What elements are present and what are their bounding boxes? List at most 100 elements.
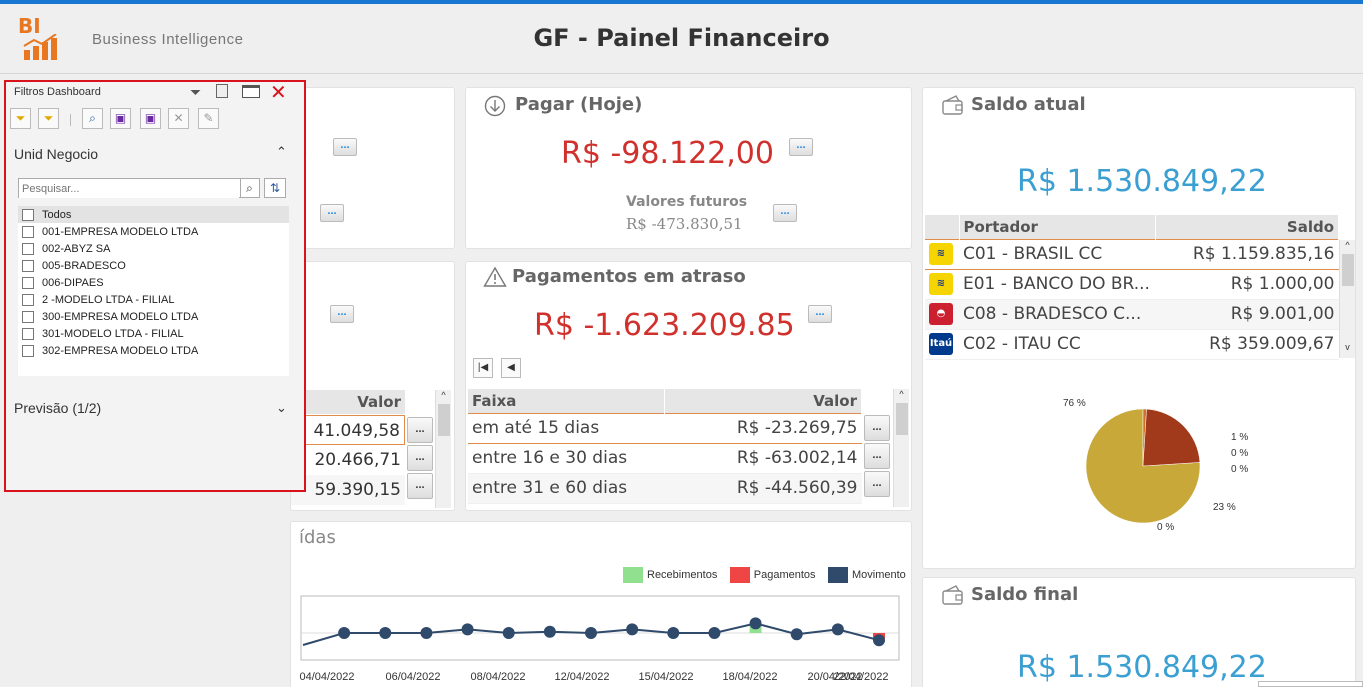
scroll-down-icon[interactable]: v: [1340, 342, 1355, 356]
table-row[interactable]: ≋ C01 - BRASIL CC R$ 1.159.835,16: [925, 238, 1339, 270]
pagar-hoje-more-button[interactable]: ...: [789, 138, 813, 156]
table-row[interactable]: Itaú C02 - ITAU CC R$ 359.009,67: [925, 329, 1339, 360]
col-header-portador[interactable]: Portador: [959, 215, 1156, 239]
chevron-up-icon[interactable]: ⌃: [276, 144, 287, 160]
remove-filter-icon[interactable]: ⏷: [38, 108, 59, 129]
filter-list-item[interactable]: 302-EMPRESA MODELO LTDA: [18, 342, 289, 359]
filter-list-item[interactable]: 002-ABYZ SA: [18, 240, 289, 257]
row-detail-button[interactable]: ...: [407, 417, 433, 443]
clear-filter-icon[interactable]: ⏷: [190, 84, 201, 101]
filter-list-item[interactable]: 005-BRADESCO: [18, 257, 289, 274]
export-icon[interactable]: [216, 84, 228, 98]
prev-page-icon[interactable]: ◀: [501, 358, 521, 378]
first-page-icon[interactable]: |◀: [473, 358, 493, 378]
chevron-down-icon[interactable]: ⌄: [276, 400, 287, 416]
checkbox[interactable]: [22, 242, 34, 255]
add-filter-icon[interactable]: ⏷: [10, 108, 31, 129]
receber-atraso-scrollbar[interactable]: ^: [435, 390, 451, 508]
edit-icon[interactable]: ✎: [198, 108, 219, 129]
movimento-point[interactable]: [626, 623, 639, 636]
scroll-up-icon[interactable]: ^: [436, 390, 451, 404]
pie-label: 0 %: [1231, 464, 1248, 475]
filter-list-item[interactable]: 301-MODELO LTDA - FILIAL: [18, 325, 289, 342]
atraso-scrollbar[interactable]: ^: [893, 389, 909, 507]
movimento-point[interactable]: [502, 627, 515, 639]
movimento-point[interactable]: [708, 627, 721, 639]
scroll-thumb[interactable]: [896, 403, 908, 435]
section-previsao[interactable]: Previsão (1/2): [14, 400, 101, 416]
table-row[interactable]: 59.390,15: [291, 475, 405, 505]
row-detail-button[interactable]: ...: [864, 415, 890, 441]
window-icon[interactable]: [242, 85, 260, 98]
legend-label: Movimento: [852, 568, 906, 581]
filter-list-item[interactable]: 2 -MODELO LTDA - FILIAL: [18, 291, 289, 308]
col-header-saldo[interactable]: Saldo: [1155, 215, 1339, 239]
save-as-icon[interactable]: ▣: [140, 108, 161, 129]
page-title: GF - Painel Financeiro: [533, 24, 830, 52]
row-detail-button[interactable]: ...: [407, 445, 433, 471]
table-row[interactable]: 41.049,58: [291, 415, 405, 445]
table-row[interactable]: ≋ E01 - BANCO DO BR... R$ 1.000,00: [925, 269, 1339, 300]
checkbox[interactable]: [22, 310, 34, 323]
search-input[interactable]: [19, 180, 239, 198]
receber-futuros-button[interactable]: ...: [320, 204, 344, 222]
checkbox[interactable]: [22, 208, 34, 221]
col-header-icon: [925, 215, 960, 239]
movimento-point[interactable]: [585, 627, 597, 639]
search-icon[interactable]: ⌕: [82, 108, 103, 129]
legend-swatch-recebimentos: [623, 566, 643, 583]
movimento-point[interactable]: [749, 617, 762, 630]
x-tick-label: 04/04/2022: [299, 671, 354, 683]
close-icon[interactable]: ✕: [270, 80, 287, 105]
col-header-faixa[interactable]: Faixa: [468, 389, 665, 413]
filter-list-item[interactable]: 300-EMPRESA MODELO LTDA: [18, 308, 289, 325]
filter-list-item[interactable]: 006-DIPAES: [18, 274, 289, 291]
filter-list-item[interactable]: 001-EMPRESA MODELO LTDA: [18, 223, 289, 240]
col-header-valor: Valor: [291, 390, 405, 414]
movimento-point[interactable]: [338, 627, 351, 639]
faixa-cell: entre 16 e 30 dias: [468, 443, 664, 474]
table-row[interactable]: em até 15 dias R$ -23.269,75: [468, 412, 862, 444]
table-row[interactable]: entre 16 e 30 dias R$ -63.002,14: [468, 443, 862, 474]
checkbox[interactable]: [22, 225, 34, 238]
row-detail-button[interactable]: ...: [864, 443, 890, 469]
movimento-point[interactable]: [667, 627, 680, 639]
col-header-valor[interactable]: Valor: [664, 389, 862, 413]
table-row[interactable]: 20.466,71: [291, 445, 405, 475]
section-unid-negocio[interactable]: Unid Negocio: [14, 146, 98, 162]
table-row[interactable]: entre 31 e 60 dias R$ -44.560,39: [468, 473, 862, 504]
valores-futuros-more-button[interactable]: ...: [773, 204, 797, 222]
search-icon[interactable]: ⌕: [240, 179, 258, 197]
saldo-cell: R$ 1.159.835,16: [1155, 238, 1339, 270]
checkbox[interactable]: [22, 293, 34, 306]
scroll-thumb[interactable]: [438, 404, 450, 436]
pagamentos-atraso-more-button[interactable]: ...: [808, 305, 832, 323]
checkbox[interactable]: [22, 259, 34, 272]
checkbox[interactable]: [22, 327, 34, 340]
save-icon[interactable]: ▣: [110, 108, 131, 129]
valor-cell: R$ -23.269,75: [664, 412, 862, 444]
row-detail-button[interactable]: ...: [407, 473, 433, 499]
toolbar-divider: [70, 114, 71, 126]
movimento-point[interactable]: [543, 625, 556, 638]
unid-negocio-list: Todos 001-EMPRESA MODELO LTDA 002-ABYZ SA 0…: [18, 206, 289, 376]
movimento-point[interactable]: [461, 623, 474, 636]
delete-icon[interactable]: ✕: [168, 108, 189, 129]
movimento-point[interactable]: [831, 623, 844, 636]
checkbox[interactable]: [22, 276, 34, 289]
checkbox[interactable]: [22, 344, 34, 357]
movimento-point[interactable]: [790, 628, 803, 641]
receber-more-button[interactable]: ...: [333, 138, 357, 156]
saldo-scrollbar[interactable]: ^ v: [1339, 240, 1355, 358]
scroll-up-icon[interactable]: ^: [894, 389, 909, 403]
scroll-thumb[interactable]: [1342, 254, 1354, 286]
receber-atraso-more-button[interactable]: ...: [330, 305, 354, 323]
movimento-point[interactable]: [873, 634, 885, 647]
filter-list-item[interactable]: Todos: [18, 206, 289, 223]
sort-icon[interactable]: ⇅: [264, 178, 286, 198]
scroll-up-icon[interactable]: ^: [1340, 240, 1355, 254]
table-row[interactable]: ◓ C08 - BRADESCO C... R$ 9.001,00: [925, 299, 1339, 330]
movimento-point[interactable]: [420, 627, 433, 639]
movimento-point[interactable]: [379, 627, 392, 639]
row-detail-button[interactable]: ...: [864, 471, 890, 497]
